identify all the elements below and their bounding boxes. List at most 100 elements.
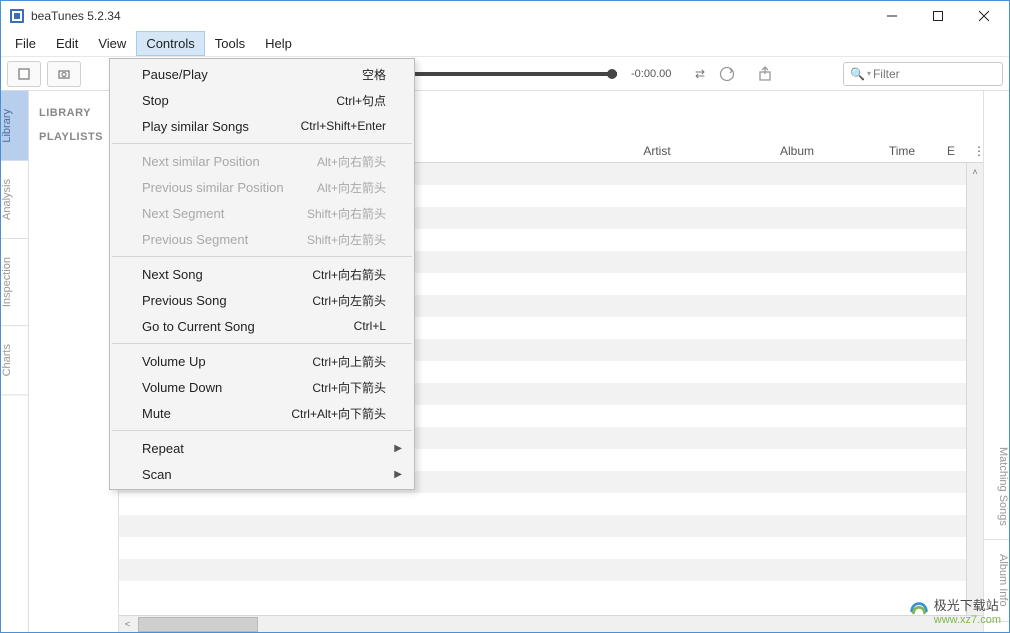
menu-item-next-similar-position: Next similar PositionAlt+向右箭头 (110, 148, 414, 174)
menu-item-label: Play similar Songs (142, 119, 249, 134)
window-controls (869, 1, 1007, 31)
menu-item-shortcut: Ctrl+句点 (336, 92, 386, 109)
filter-input[interactable] (873, 67, 1010, 81)
menu-item-shortcut: Ctrl+L (354, 319, 386, 333)
chevron-down-icon[interactable]: ▾ (867, 69, 871, 78)
table-row[interactable] (119, 559, 983, 581)
left-sidebar-tabs: Library Analysis Inspection Charts (1, 91, 29, 632)
menu-item-shortcut: Alt+向左箭头 (317, 179, 386, 196)
close-button[interactable] (961, 1, 1007, 31)
tool-button-1[interactable] (7, 61, 41, 87)
menu-item-shortcut: Ctrl+向上箭头 (312, 353, 386, 370)
menu-item-repeat[interactable]: Repeat ▶ (110, 435, 414, 461)
menu-help[interactable]: Help (255, 31, 302, 56)
column-more[interactable]: ⋮ (963, 144, 983, 158)
tab-library[interactable]: Library (1, 91, 28, 161)
share-button[interactable] (752, 61, 778, 87)
column-artist[interactable]: Artist (587, 144, 727, 158)
submenu-arrow-icon: ▶ (394, 443, 402, 454)
menu-item-shortcut: 空格 (362, 66, 386, 83)
tab-matching-songs[interactable]: Matching Songs (984, 433, 1009, 541)
menu-item-pause-play[interactable]: Pause/Play 空格 (110, 61, 414, 87)
menu-item-shortcut: Shift+向右箭头 (307, 205, 386, 222)
menu-item-label: Repeat (142, 441, 184, 456)
menu-item-shortcut: Alt+向右箭头 (317, 153, 386, 170)
menu-item-previous-similar-position: Previous similar Position Alt+向左箭头 (110, 174, 414, 200)
navigation-column: LIBRARY PLAYLISTS (29, 91, 119, 632)
menu-item-volume-down[interactable]: Volume Down Ctrl+向下箭头 (110, 374, 414, 400)
nav-library[interactable]: LIBRARY (29, 101, 118, 125)
menu-edit[interactable]: Edit (46, 31, 88, 56)
column-album[interactable]: Album (727, 144, 867, 158)
menu-item-mute[interactable]: Mute Ctrl+Alt+向下箭头 (110, 400, 414, 426)
time-remaining: -0:00.00 (631, 68, 685, 80)
vertical-scrollbar[interactable]: ˄ (966, 163, 983, 615)
search-icon: 🔍 (850, 67, 865, 81)
column-e[interactable]: E (937, 144, 963, 158)
nav-playlists[interactable]: PLAYLISTS (29, 125, 118, 149)
scroll-thumb[interactable] (138, 617, 258, 632)
menu-item-shortcut: Ctrl+向右箭头 (312, 266, 386, 283)
horizontal-scrollbar[interactable]: ˂ (119, 615, 983, 632)
controls-dropdown: Pause/Play 空格 Stop Ctrl+句点 Play similar Song… (109, 58, 415, 490)
menu-item-label: Previous Segment (142, 232, 248, 247)
menu-item-scan[interactable]: Scan ▶ (110, 461, 414, 487)
repeat-button[interactable] (714, 61, 740, 87)
menu-item-volume-up[interactable]: Volume Up Ctrl+向上箭头 (110, 348, 414, 374)
menu-item-label: Go to Current Song (142, 319, 255, 334)
maximize-button[interactable] (915, 1, 961, 31)
tab-analysis[interactable]: Analysis (1, 161, 28, 239)
menu-file[interactable]: File (5, 31, 46, 56)
menu-item-shortcut: Ctrl+向左箭头 (312, 292, 386, 309)
tab-inspection[interactable]: Inspection (1, 239, 28, 326)
menu-item-label: Volume Up (142, 354, 206, 369)
table-row[interactable] (119, 537, 983, 559)
table-row[interactable] (119, 515, 983, 537)
menu-item-next-segment: Next Segment Shift+向右箭头 (110, 200, 414, 226)
menubar: File Edit View Controls Tools Help (1, 31, 1009, 57)
menu-item-label: Next Song (142, 267, 203, 282)
filter-search[interactable]: 🔍▾ (843, 62, 1003, 86)
right-sidebar-tabs: Matching Songs Album Info (983, 91, 1009, 632)
menu-item-label: Mute (142, 406, 171, 421)
menu-item-shortcut: Ctrl+向下箭头 (312, 379, 386, 396)
window-title: beaTunes 5.2.34 (31, 9, 869, 23)
menu-item-label: Volume Down (142, 380, 222, 395)
menu-item-next-song[interactable]: Next Song Ctrl+向右箭头 (110, 261, 414, 287)
shuffle-icon[interactable]: ⇄ (695, 67, 705, 81)
menu-controls[interactable]: Controls (136, 31, 204, 56)
menu-tools[interactable]: Tools (205, 31, 255, 56)
tab-album-info[interactable]: Album Info (984, 540, 1009, 622)
menu-view[interactable]: View (88, 31, 136, 56)
menu-item-play-similar-songs[interactable]: Play similar Songs Ctrl+Shift+Enter (110, 113, 414, 139)
menu-item-label: Pause/Play (142, 67, 208, 82)
menu-item-shortcut: Shift+向左箭头 (307, 231, 386, 248)
titlebar: beaTunes 5.2.34 (1, 1, 1009, 31)
menu-separator (112, 256, 412, 257)
scroll-up-icon[interactable]: ˄ (967, 163, 984, 180)
menu-separator (112, 430, 412, 431)
tool-button-2[interactable] (47, 61, 81, 87)
minimize-button[interactable] (869, 1, 915, 31)
menu-item-label: Scan (142, 467, 172, 482)
menu-item-go-to-current-song[interactable]: Go to Current Song Ctrl+L (110, 313, 414, 339)
menu-item-label: Previous similar Position (142, 180, 284, 195)
tab-charts[interactable]: Charts (1, 326, 28, 395)
menu-item-label: Stop (142, 93, 169, 108)
table-row[interactable] (119, 493, 983, 515)
menu-item-shortcut: Ctrl+Alt+向下箭头 (291, 405, 386, 422)
menu-item-previous-song[interactable]: Previous Song Ctrl+向左箭头 (110, 287, 414, 313)
app-icon (9, 8, 25, 24)
column-time[interactable]: Time (867, 144, 937, 158)
table-row[interactable] (119, 581, 983, 603)
submenu-arrow-icon: ▶ (394, 469, 402, 480)
menu-item-stop[interactable]: Stop Ctrl+句点 (110, 87, 414, 113)
menu-separator (112, 343, 412, 344)
menu-separator (112, 143, 412, 144)
menu-item-previous-segment: Previous Segment Shift+向左箭头 (110, 226, 414, 252)
menu-item-label: Previous Song (142, 293, 227, 308)
scroll-left-icon[interactable]: ˂ (119, 616, 136, 633)
playhead-icon[interactable] (607, 69, 617, 79)
menu-item-label: Next Segment (142, 206, 224, 221)
menu-item-shortcut: Ctrl+Shift+Enter (301, 119, 386, 133)
